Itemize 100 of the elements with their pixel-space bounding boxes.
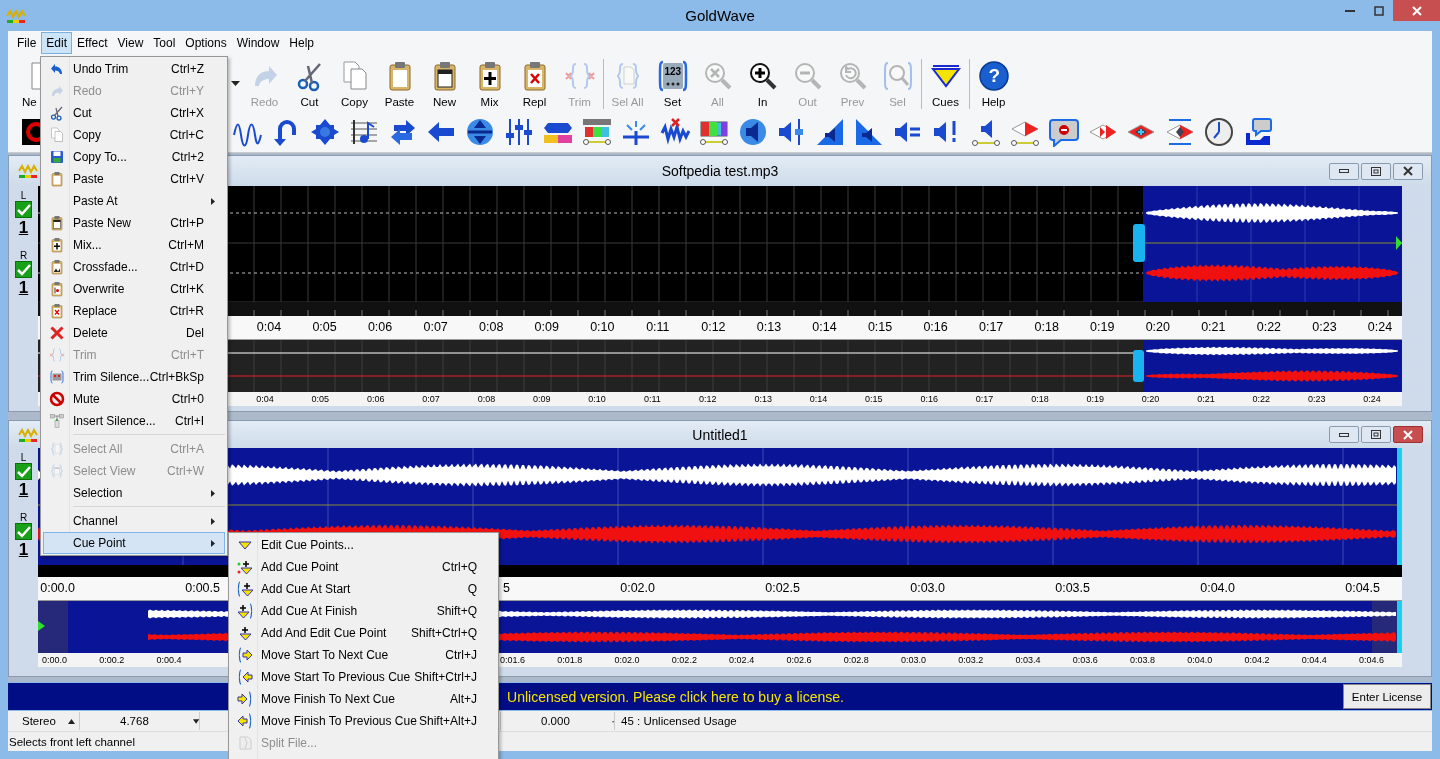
menu-item[interactable]: Trim Silence...Ctrl+BkSp bbox=[43, 366, 225, 388]
channel-checkbox[interactable] bbox=[15, 201, 32, 218]
menu-item[interactable]: Paste Ctrl+V bbox=[43, 168, 225, 190]
toolbar-button[interactable]: Cues bbox=[923, 57, 968, 109]
time-label: 0:24 bbox=[1363, 394, 1381, 404]
menu-bar-item[interactable]: View bbox=[112, 31, 149, 54]
time-label: 0:06 bbox=[366, 394, 385, 404]
menu-item[interactable]: Add Cue At Finish Shift+Q bbox=[231, 600, 496, 622]
channel-checkbox[interactable] bbox=[15, 463, 32, 480]
time-label: 0:23 bbox=[1307, 394, 1326, 404]
check-icon bbox=[16, 525, 31, 538]
clock-icon[interactable] bbox=[1204, 117, 1235, 147]
restore-button[interactable] bbox=[1361, 426, 1391, 443]
wave-icon bbox=[6, 8, 26, 23]
menu-item[interactable]: Replace Ctrl+R bbox=[43, 300, 225, 322]
up-arrow-icon[interactable] bbox=[67, 718, 75, 724]
clipboard-icon bbox=[49, 171, 65, 187]
close-button[interactable] bbox=[1393, 426, 1423, 443]
menu-bar-item[interactable]: Window bbox=[231, 31, 285, 54]
speaker-marker-icon[interactable] bbox=[970, 117, 1001, 147]
time-label: 0:04.4 bbox=[1301, 655, 1327, 665]
close-button[interactable] bbox=[1393, 162, 1423, 180]
menu-bar-item[interactable]: Edit bbox=[41, 31, 73, 54]
menu-item[interactable]: Add Cue Point Ctrl+Q bbox=[231, 556, 496, 578]
menu-item[interactable]: Copy To... Ctrl+2 bbox=[43, 146, 225, 168]
time-label: 0:00.0 bbox=[42, 655, 68, 665]
music-note-icon[interactable] bbox=[348, 117, 379, 147]
menu-item[interactable]: Move Start To Previous Cue Shift+Ctrl+J bbox=[231, 666, 496, 688]
time-label: 0:02.5 bbox=[764, 581, 800, 595]
speech-bubble-icon[interactable] bbox=[1243, 117, 1274, 147]
time-label: 0:13 bbox=[754, 394, 772, 404]
diamond-arrows-icon[interactable] bbox=[309, 117, 340, 147]
time-label: 0:07 bbox=[422, 394, 440, 404]
toolbar-button[interactable]: New bbox=[422, 57, 467, 109]
maximize-icon bbox=[1373, 5, 1384, 16]
toolbar-button[interactable]: Copy bbox=[332, 57, 377, 109]
ramp-icon[interactable] bbox=[815, 117, 846, 147]
restore-button[interactable] bbox=[1361, 162, 1391, 180]
menu-bar-item[interactable]: Tool bbox=[148, 31, 181, 54]
menu-item[interactable]: Mix... Ctrl+M bbox=[43, 234, 225, 256]
toolbar-button[interactable]: 123 Set bbox=[650, 57, 695, 109]
down-arrow-icon[interactable] bbox=[192, 718, 199, 724]
menu-item[interactable]: Paste At bbox=[43, 190, 225, 212]
toolbar-button[interactable]: Cut bbox=[287, 57, 332, 109]
menu-bar-item[interactable]: Options bbox=[180, 31, 232, 54]
menu-bar-item[interactable]: Effect bbox=[72, 31, 113, 54]
menu-item[interactable]: Copy Ctrl+C bbox=[43, 124, 225, 146]
minimize-button[interactable] bbox=[1329, 162, 1359, 180]
license-link[interactable]: Unlicensed version. Please click here to buy a license. bbox=[507, 688, 844, 705]
spectrum-icon[interactable] bbox=[582, 117, 612, 147]
time-label: 0:17 bbox=[978, 320, 1004, 334]
time-label: 0:03.0 bbox=[900, 655, 926, 665]
menu-item[interactable]: Edit Cue Points... bbox=[231, 534, 496, 556]
ramp-icon[interactable] bbox=[854, 117, 885, 147]
enter-license-button[interactable]: Enter License bbox=[1343, 684, 1431, 709]
speaker-icon[interactable] bbox=[737, 117, 768, 147]
menu-item[interactable]: Move Finish To Next Cue Alt+J bbox=[231, 688, 496, 710]
prohibited-icon[interactable] bbox=[22, 119, 40, 145]
channel-number: 1 bbox=[18, 540, 29, 560]
channel-checkbox[interactable] bbox=[15, 523, 32, 540]
menu-item[interactable]: Paste New Ctrl+P bbox=[43, 212, 225, 234]
time-label: 0:06 bbox=[367, 320, 393, 334]
menu-item[interactable]: Undo Trim Ctrl+Z bbox=[43, 58, 225, 80]
toolbar-button[interactable]: In bbox=[740, 57, 785, 109]
channel-label: L bbox=[20, 190, 27, 201]
menu-item[interactable]: Cut Ctrl+X bbox=[43, 102, 225, 124]
status-text: 0.000 bbox=[541, 715, 570, 727]
menu-item[interactable]: Add And Edit Cue Point Shift+Ctrl+Q bbox=[231, 622, 496, 644]
vertical-arrows-icon[interactable] bbox=[465, 117, 496, 147]
time-label: 0:11 bbox=[646, 320, 670, 334]
time-label: 0:02.4 bbox=[729, 655, 755, 665]
menu-item[interactable]: Crossfade... Ctrl+D bbox=[43, 256, 225, 278]
menu-item[interactable]: Insert Silence... Ctrl+I bbox=[43, 410, 225, 432]
menu-item[interactable]: Delete Del bbox=[43, 322, 225, 344]
menu-item[interactable]: Selection bbox=[43, 482, 225, 504]
menu-item[interactable]: Mute Ctrl+0 bbox=[43, 388, 225, 410]
clipboard-icon bbox=[49, 237, 65, 253]
time-label: 0:10 bbox=[588, 394, 606, 404]
menu-item[interactable]: Channel bbox=[43, 510, 225, 532]
menu-bar-item[interactable]: Help bbox=[284, 31, 320, 54]
toolbar-button[interactable]: Paste bbox=[377, 57, 422, 109]
tree-icon bbox=[49, 413, 65, 429]
caret-icon bbox=[231, 81, 240, 86]
speech-bubble-icon[interactable] bbox=[1048, 117, 1079, 147]
toolbar-button[interactable]: ? Help bbox=[971, 57, 1016, 109]
menu-item[interactable]: Move Finish To Previous Cue Shift+Alt+J bbox=[231, 710, 496, 732]
time-label: 0:15 bbox=[867, 320, 893, 334]
time-label: 0:21 bbox=[1201, 320, 1226, 334]
channel-checkbox[interactable] bbox=[15, 261, 32, 278]
diamond-lines-icon[interactable] bbox=[1165, 117, 1196, 147]
toolbar-button[interactable]: Mix bbox=[467, 57, 512, 109]
menu-item[interactable]: Cue Point bbox=[43, 532, 225, 554]
scissors-icon bbox=[49, 105, 65, 121]
sliders-icon[interactable] bbox=[504, 117, 535, 147]
menu-bar-item[interactable]: File bbox=[12, 31, 42, 54]
minimize-button[interactable] bbox=[1329, 426, 1359, 443]
toolbar-button[interactable]: Repl bbox=[512, 57, 557, 109]
menu-item[interactable]: Overwrite Ctrl+K bbox=[43, 278, 225, 300]
time-label: 0:22 bbox=[1256, 320, 1282, 334]
time-label: 0:23 bbox=[1312, 320, 1337, 334]
